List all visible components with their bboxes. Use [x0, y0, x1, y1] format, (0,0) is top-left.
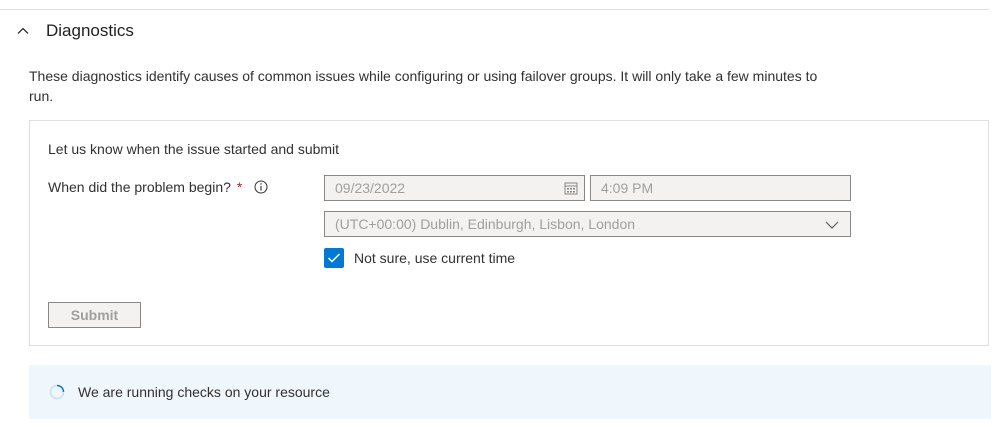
status-message-bar: We are running checks on your resource: [29, 365, 991, 419]
time-value: 4:09 PM: [601, 180, 654, 196]
timezone-dropdown[interactable]: (UTC+00:00) Dublin, Edinburgh, Lisbon, L…: [324, 211, 851, 237]
required-mark: *: [236, 179, 243, 195]
checkmark-icon[interactable]: [324, 248, 344, 268]
chevron-up-icon: [16, 24, 30, 38]
top-divider: [0, 9, 989, 10]
submit-button[interactable]: Submit: [48, 302, 141, 328]
spinner-icon: [49, 384, 65, 400]
info-icon[interactable]: [254, 180, 268, 194]
checkbox-label: Not sure, use current time: [354, 250, 516, 266]
problem-start-label-text: When did the problem begin?: [48, 179, 231, 195]
problem-start-label: When did the problem begin? *: [48, 179, 268, 195]
diagnostics-section-toggle[interactable]: Diagnostics: [16, 18, 134, 44]
chevron-down-icon: [824, 218, 840, 230]
diagnostics-form-panel: Let us know when the issue started and s…: [29, 120, 989, 346]
date-value: 09/23/2022: [335, 180, 406, 196]
section-title: Diagnostics: [46, 21, 134, 40]
form-intro: Let us know when the issue started and s…: [48, 141, 340, 157]
calendar-icon[interactable]: [564, 181, 578, 195]
time-input[interactable]: 4:09 PM: [590, 175, 851, 201]
timezone-value: (UTC+00:00) Dublin, Edinburgh, Lisbon, L…: [335, 216, 636, 232]
use-current-time-checkbox[interactable]: Not sure, use current time: [324, 248, 515, 268]
date-input[interactable]: 09/23/2022: [324, 175, 585, 201]
section-description: These diagnostics identify causes of com…: [29, 68, 818, 104]
status-text: We are running checks on your resource: [78, 384, 330, 400]
